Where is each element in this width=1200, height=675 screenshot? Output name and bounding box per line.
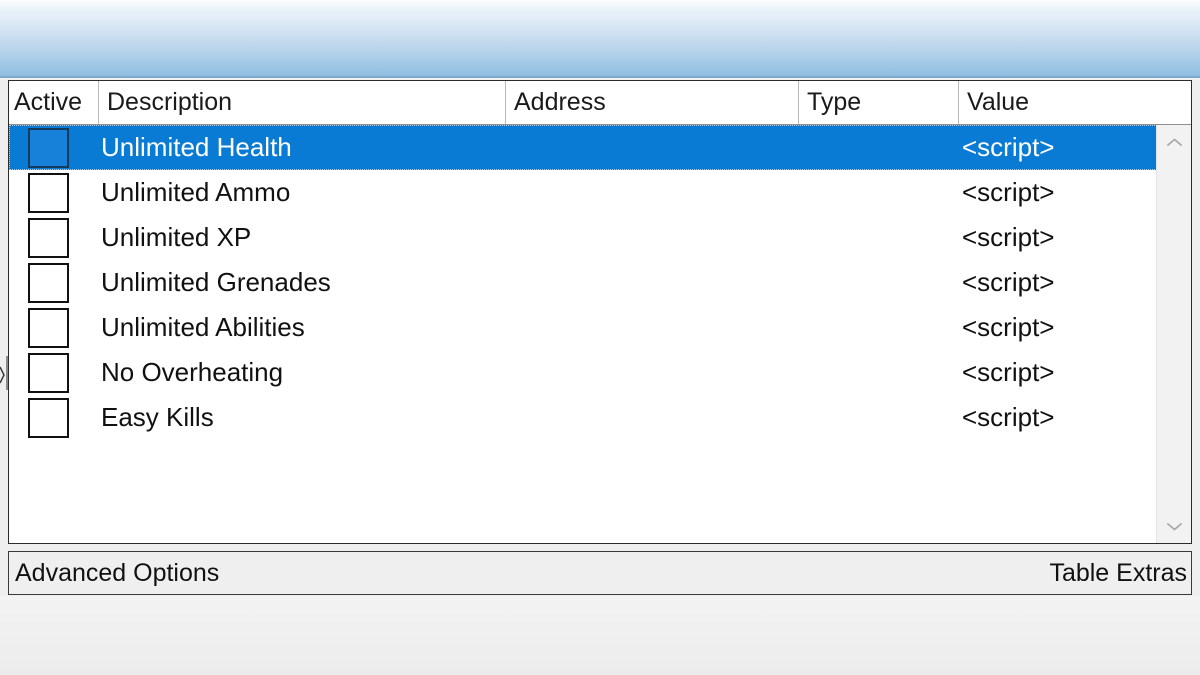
scroll-up-button[interactable] xyxy=(1157,125,1191,159)
row-address xyxy=(509,260,794,305)
row-active-checkbox[interactable] xyxy=(28,218,69,258)
row-active-checkbox[interactable] xyxy=(28,398,69,438)
window-bottom-area xyxy=(0,596,1200,675)
row-description: Unlimited Ammo xyxy=(101,177,291,207)
checkbox-box[interactable] xyxy=(28,128,69,168)
row-active-checkbox[interactable] xyxy=(28,263,69,303)
column-header-description[interactable]: Description xyxy=(98,81,505,124)
titlebar-bottom-edge xyxy=(0,76,1200,78)
row-description: Unlimited Abilities xyxy=(101,312,305,342)
checkbox-box[interactable] xyxy=(28,308,69,348)
row-active-checkbox[interactable] xyxy=(28,308,69,348)
row-value: <script> xyxy=(962,132,1055,162)
scroll-down-button[interactable] xyxy=(1157,509,1191,543)
table-header-row: Active Description Address Type Value xyxy=(9,81,1191,125)
checkbox-box[interactable] xyxy=(28,173,69,213)
window-titlebar xyxy=(0,0,1200,78)
cheat-engine-table-window: Active Description Address Type Value Un… xyxy=(0,0,1200,675)
table-row[interactable]: No Overheating <script> xyxy=(9,350,1191,395)
row-value: <script> xyxy=(962,402,1055,432)
left-edge-cropped-control xyxy=(0,355,9,391)
row-type xyxy=(802,170,957,215)
table-rows: Unlimited Health <script> Unlimited Ammo <s… xyxy=(9,125,1191,543)
row-address xyxy=(509,305,794,350)
table-row[interactable]: Unlimited XP <script> xyxy=(9,215,1191,260)
checkbox-box[interactable] xyxy=(28,398,69,438)
column-header-value[interactable]: Value xyxy=(958,81,1191,124)
row-value: <script> xyxy=(962,267,1055,297)
table-row[interactable]: Unlimited Ammo <script> xyxy=(9,170,1191,215)
row-address xyxy=(509,395,794,440)
row-type xyxy=(802,350,957,395)
column-header-address[interactable]: Address xyxy=(505,81,798,124)
table-extras-button[interactable]: Table Extras xyxy=(1049,552,1187,594)
checkbox-box[interactable] xyxy=(28,263,69,303)
row-type xyxy=(802,215,957,260)
row-type xyxy=(802,260,957,305)
row-description: No Overheating xyxy=(101,357,284,387)
row-active-checkbox[interactable] xyxy=(28,353,69,393)
row-value: <script> xyxy=(962,222,1055,252)
row-address xyxy=(509,215,794,260)
table-row[interactable]: Unlimited Abilities <script> xyxy=(9,305,1191,350)
table-row[interactable]: Unlimited Grenades <script> xyxy=(9,260,1191,305)
column-header-active[interactable]: Active xyxy=(9,81,98,124)
row-type xyxy=(802,125,957,170)
table-statusbar: Advanced Options Table Extras xyxy=(8,551,1192,595)
row-type xyxy=(802,395,957,440)
row-description: Unlimited XP xyxy=(101,222,252,252)
row-address xyxy=(509,170,794,215)
row-type xyxy=(802,305,957,350)
chevron-up-icon xyxy=(1166,137,1182,147)
row-description: Unlimited Grenades xyxy=(101,267,331,297)
vertical-scrollbar[interactable] xyxy=(1156,125,1191,543)
row-active-checkbox[interactable] xyxy=(28,128,69,168)
chevron-down-icon xyxy=(1166,522,1182,531)
checkbox-box[interactable] xyxy=(28,218,69,258)
cheat-table: Active Description Address Type Value Un… xyxy=(8,80,1192,544)
row-address xyxy=(509,125,794,170)
table-row[interactable]: Easy Kills <script> xyxy=(9,395,1191,440)
row-value: <script> xyxy=(962,357,1055,387)
row-description: Unlimited Health xyxy=(101,132,292,162)
column-header-type[interactable]: Type xyxy=(798,81,958,124)
row-active-checkbox[interactable] xyxy=(28,173,69,213)
table-row[interactable]: Unlimited Health <script> xyxy=(9,125,1191,170)
row-value: <script> xyxy=(962,177,1055,207)
advanced-options-button[interactable]: Advanced Options xyxy=(15,552,219,594)
checkbox-box[interactable] xyxy=(28,353,69,393)
row-description: Easy Kills xyxy=(101,402,214,432)
row-value: <script> xyxy=(962,312,1055,342)
row-address xyxy=(509,350,794,395)
